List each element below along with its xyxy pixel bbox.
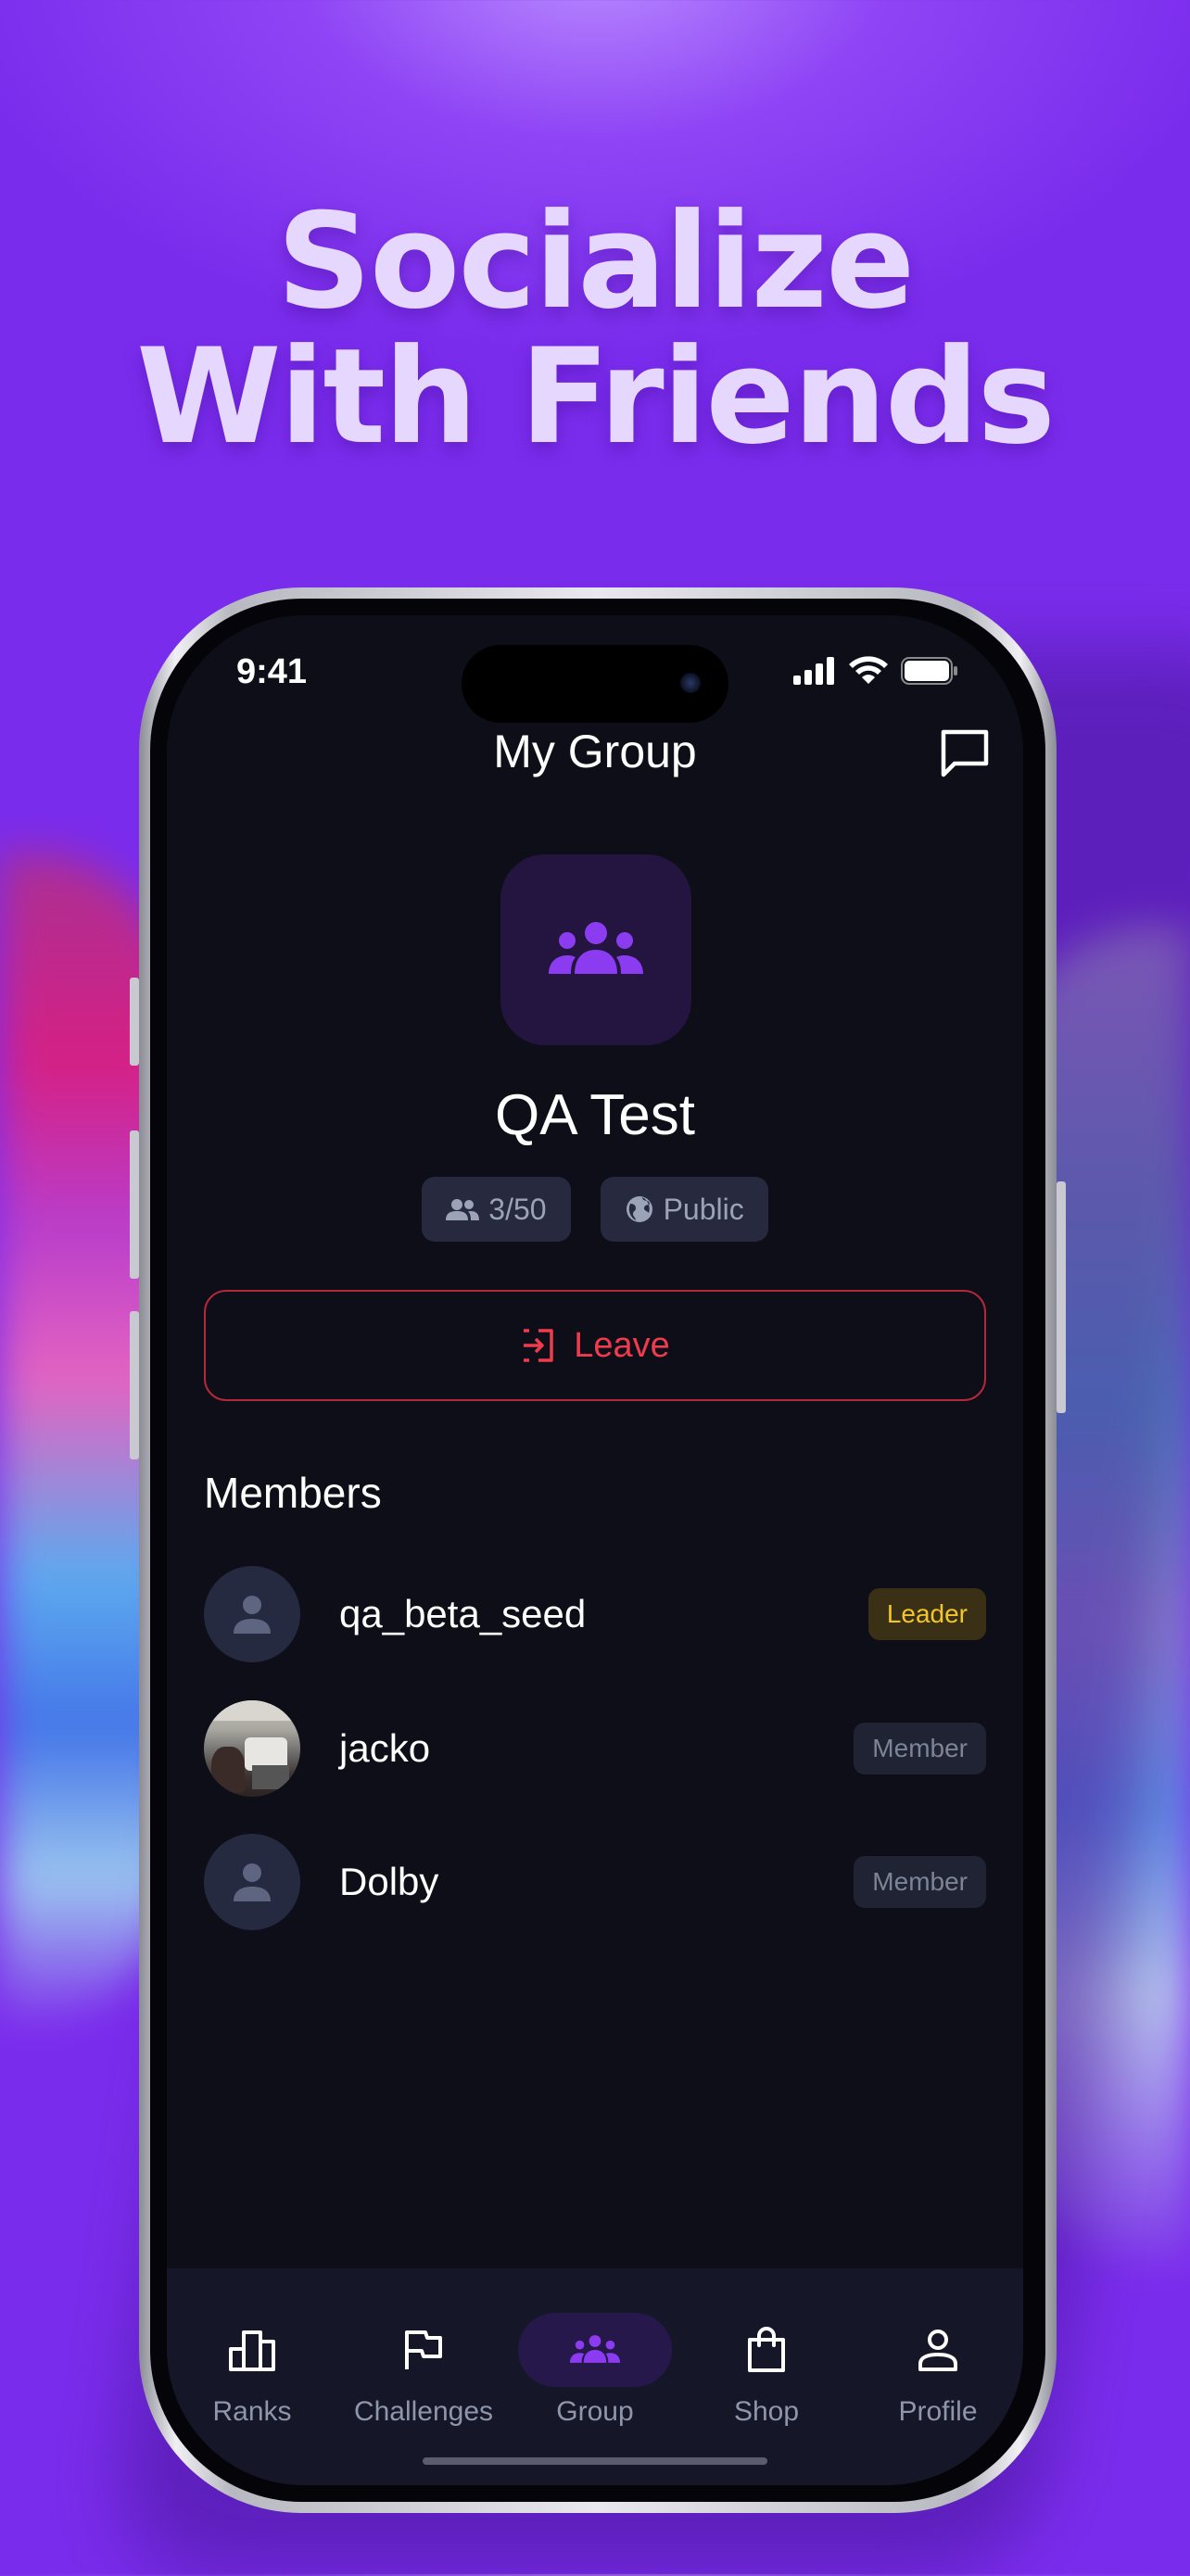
- group-avatar: [500, 854, 691, 1045]
- status-time: 9:41: [236, 652, 308, 691]
- dynamic-island: [462, 645, 728, 723]
- group-icon: [569, 2335, 621, 2363]
- action-button: [130, 978, 139, 1066]
- tab-label: Profile: [898, 2396, 978, 2427]
- member-row[interactable]: Dolby Member: [204, 1833, 986, 1931]
- avatar: [204, 1834, 300, 1930]
- role-badge: Member: [854, 1723, 986, 1774]
- tab-ranks[interactable]: Ranks: [167, 2313, 337, 2428]
- member-count: 3/50: [488, 1192, 547, 1226]
- tab-shop[interactable]: Shop: [681, 2313, 852, 2428]
- app-screen: 9:41 My Group QA Test 3/50 Public Leave …: [167, 615, 1023, 2485]
- visibility-chip: Public: [600, 1177, 768, 1242]
- user-photo: [204, 1700, 300, 1797]
- tab-challenges[interactable]: Challenges: [338, 2313, 509, 2428]
- group-icon: [549, 922, 643, 974]
- avatar: [204, 1566, 300, 1662]
- people-icon: [446, 1199, 480, 1220]
- battery-icon: [901, 657, 957, 685]
- tab-group[interactable]: Group: [510, 2313, 680, 2428]
- role-badge: Leader: [867, 1588, 986, 1640]
- tab-label: Ranks: [212, 2396, 292, 2427]
- member-count-chip: 3/50: [422, 1177, 571, 1242]
- group-name: QA Test: [495, 1083, 695, 1147]
- tab-label: Shop: [733, 2396, 800, 2427]
- tab-label: Challenges: [353, 2396, 494, 2427]
- person-icon: [918, 2330, 957, 2371]
- signal-icon: [793, 657, 834, 685]
- shopping-bag-icon: [748, 2327, 785, 2372]
- tab-profile[interactable]: Profile: [853, 2313, 1023, 2428]
- member-row[interactable]: jacko Member: [204, 1699, 986, 1798]
- avatar: [204, 1700, 300, 1797]
- camera-icon: [680, 673, 701, 693]
- leave-group-button[interactable]: Leave: [204, 1290, 986, 1401]
- role-badge: Member: [854, 1856, 986, 1908]
- page-title: My Group: [493, 726, 697, 777]
- flag-icon: [405, 2330, 442, 2369]
- power-button: [1057, 1181, 1066, 1413]
- status-icons: [793, 656, 958, 686]
- leave-label: Leave: [574, 1325, 670, 1365]
- marketing-headline: Socialize With Friends: [0, 195, 1190, 465]
- home-indicator: [423, 2457, 767, 2465]
- member-name: qa_beta_seed: [339, 1592, 587, 1635]
- tab-label: Group: [556, 2396, 634, 2427]
- headline-line-2: With Friends: [136, 321, 1056, 474]
- member-name: jacko: [339, 1726, 431, 1770]
- members-heading: Members: [204, 1469, 382, 1517]
- podium-icon: [229, 2330, 275, 2371]
- member-row[interactable]: qa_beta_seed Leader: [204, 1565, 986, 1663]
- group-info-chips: 3/50 Public: [167, 1177, 1023, 1242]
- exit-icon: [524, 1329, 553, 1362]
- chat-button[interactable]: [936, 725, 994, 782]
- member-name: Dolby: [339, 1860, 439, 1903]
- wifi-icon: [849, 656, 888, 684]
- person-icon: [234, 1596, 271, 1634]
- visibility-label: Public: [663, 1192, 744, 1226]
- bottom-tab-bar: Ranks Challenges Group Shop Profile: [167, 2268, 1023, 2485]
- chat-icon: [941, 729, 989, 777]
- headline-line-1: Socialize: [276, 185, 916, 338]
- globe-icon: [626, 1196, 652, 1222]
- person-icon: [234, 1863, 271, 1901]
- volume-down-button: [130, 1311, 139, 1459]
- volume-up-button: [130, 1130, 139, 1279]
